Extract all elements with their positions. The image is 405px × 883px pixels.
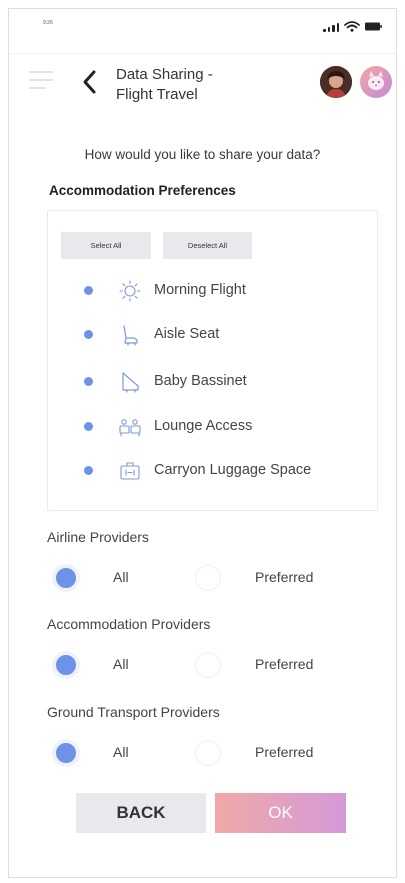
sun-icon bbox=[119, 280, 141, 302]
accommodation-providers-preferred-label[interactable]: Preferred bbox=[255, 656, 313, 672]
ground-transport-providers-preferred-radio[interactable] bbox=[195, 740, 221, 766]
selected-dot bbox=[84, 377, 93, 386]
accommodation-providers-label: Accommodation Providers bbox=[47, 616, 211, 632]
page-title: Data Sharing - Flight Travel bbox=[116, 65, 291, 105]
selected-dot bbox=[84, 286, 93, 295]
accommodation-providers-all-label[interactable]: All bbox=[113, 656, 129, 672]
ground-transport-providers-all-radio[interactable] bbox=[53, 740, 79, 766]
select-all-button[interactable]: Select All bbox=[61, 232, 151, 259]
airline-providers-preferred-label[interactable]: Preferred bbox=[255, 569, 313, 585]
lounge-icon bbox=[119, 419, 141, 437]
selected-dot bbox=[84, 422, 93, 431]
preference-item-lounge-access[interactable]: Lounge Access bbox=[48, 413, 377, 441]
status-icons bbox=[323, 21, 382, 32]
header-divider bbox=[9, 53, 396, 54]
preference-item-carryon-luggage-space[interactable]: Carryon Luggage Space bbox=[48, 457, 377, 485]
preferences-card: Select All Deselect All Morning Flight A… bbox=[47, 210, 378, 511]
preference-item-baby-bassinet[interactable]: Baby Bassinet bbox=[48, 368, 377, 396]
ground-transport-providers-label: Ground Transport Providers bbox=[47, 704, 220, 720]
ground-transport-providers-all-label[interactable]: All bbox=[113, 744, 129, 760]
section-heading-accommodation-preferences: Accommodation Preferences bbox=[49, 183, 236, 198]
selected-dot bbox=[84, 330, 93, 339]
preference-label: Lounge Access bbox=[154, 418, 253, 434]
share-question: How would you like to share your data? bbox=[84, 147, 321, 162]
status-time: 9:26 bbox=[43, 20, 53, 26]
airline-providers-all-label[interactable]: All bbox=[113, 569, 129, 585]
page-title-line1: Data Sharing - bbox=[116, 66, 213, 83]
preference-label: Baby Bassinet bbox=[154, 373, 247, 389]
preference-item-morning-flight[interactable]: Morning Flight bbox=[48, 277, 377, 305]
menu-icon[interactable] bbox=[29, 71, 53, 91]
airline-providers-label: Airline Providers bbox=[47, 529, 149, 545]
pet-avatar[interactable] bbox=[360, 66, 392, 98]
selected-dot bbox=[84, 466, 93, 475]
accommodation-providers-all-radio[interactable] bbox=[53, 652, 79, 678]
ok-button[interactable]: OK bbox=[215, 793, 346, 833]
preference-label: Carryon Luggage Space bbox=[154, 462, 312, 478]
preference-item-aisle-seat[interactable]: Aisle Seat bbox=[48, 321, 377, 349]
airline-providers-all-radio[interactable] bbox=[53, 565, 79, 591]
chevron-left-icon[interactable] bbox=[79, 69, 99, 95]
preference-label: Aisle Seat bbox=[154, 326, 220, 342]
preference-label: Morning Flight bbox=[154, 282, 246, 298]
bassinet-icon bbox=[122, 372, 139, 393]
wifi-icon bbox=[344, 21, 360, 32]
phone-screen: 9:26 Data Sharing - Flight Travel How wo… bbox=[8, 8, 397, 878]
battery-icon bbox=[365, 22, 382, 31]
seat-icon bbox=[123, 325, 138, 346]
luggage-icon bbox=[120, 462, 140, 480]
accommodation-providers-preferred-radio[interactable] bbox=[195, 652, 221, 678]
ground-transport-providers-preferred-label[interactable]: Preferred bbox=[255, 744, 313, 760]
back-button[interactable]: BACK bbox=[76, 793, 206, 833]
signal-icon bbox=[323, 22, 339, 32]
page-title-line2: Flight Travel bbox=[116, 86, 198, 103]
user-avatar[interactable] bbox=[320, 66, 352, 98]
deselect-all-button[interactable]: Deselect All bbox=[163, 232, 252, 259]
airline-providers-preferred-radio[interactable] bbox=[195, 565, 221, 591]
